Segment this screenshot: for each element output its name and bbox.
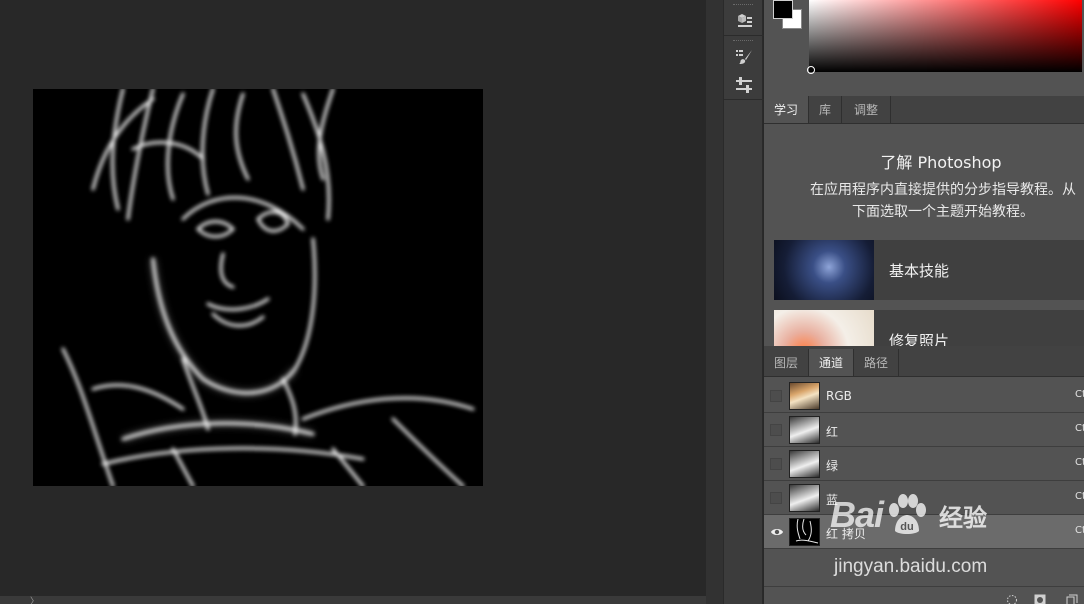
channels-panel-tabbar: 图层 通道 路径 — [764, 346, 1084, 377]
learn-description-line: 在应用程序内直接提供的分步指导教程。从 — [810, 182, 1076, 198]
tab-label: 图层 — [774, 356, 799, 370]
adjustments-button[interactable] — [724, 71, 764, 99]
channel-shortcut: Ct — [1075, 389, 1084, 400]
learn-panel-tabbar: 学习 库 调整 — [764, 96, 1084, 124]
channel-row-red[interactable]: 红 Ct — [764, 413, 1084, 447]
channel-name: 红 拷贝 — [826, 527, 866, 541]
mask-icon — [1034, 594, 1046, 604]
channel-row-red-copy[interactable]: 红 拷贝 Ct — [764, 515, 1084, 549]
color-picker-field[interactable] — [809, 0, 1082, 72]
channel-thumbnail — [789, 484, 820, 512]
dotted-circle-icon — [1007, 595, 1017, 604]
visibility-toggle[interactable] — [770, 524, 783, 536]
channel-shortcut: Ct — [1075, 525, 1084, 536]
new-item-icon — [1066, 594, 1078, 604]
channel-thumbnail — [789, 382, 820, 410]
scroll-arrow-icon[interactable]: 〉 — [30, 594, 39, 604]
foreground-color-swatch[interactable] — [773, 0, 793, 19]
channel-row-blue[interactable]: 蓝 Ct — [764, 481, 1084, 515]
canvas-horizontal-scrollbar[interactable]: 〉 — [0, 596, 706, 604]
learn-card-thumbnail — [774, 240, 874, 300]
tab-label: 库 — [819, 103, 832, 117]
channels-panel-footer — [764, 586, 1084, 604]
channel-name: 蓝 — [826, 493, 839, 507]
brush-settings-button[interactable] — [724, 43, 764, 71]
channel-thumbnail — [789, 518, 820, 546]
tab-learn[interactable]: 学习 — [764, 96, 810, 123]
edge-thumbnail-graphic — [795, 519, 819, 544]
channel-name: 红 — [826, 425, 839, 439]
channel-name: RGB — [826, 389, 852, 403]
cube-icon — [738, 14, 752, 27]
eye-icon — [771, 529, 783, 535]
tab-paths[interactable]: 路径 — [854, 349, 900, 376]
learn-card-fix-photo[interactable]: 修复照片 — [774, 310, 1084, 346]
brush-icon — [736, 50, 752, 64]
learn-description: 在应用程序内直接提供的分步指导教程。从 下面选取一个主题开始教程。 — [778, 179, 1084, 223]
canvas-image-edge-glow[interactable] — [33, 89, 483, 486]
panel-dock-divider[interactable] — [706, 0, 723, 604]
learn-card-basic-skills[interactable]: 基本技能 — [774, 240, 1084, 300]
learn-card-label: 基本技能 — [889, 261, 950, 280]
tab-layers[interactable]: 图层 — [764, 349, 810, 376]
learn-panel: 了解 Photoshop 在应用程序内直接提供的分步指导教程。从 下面选取一个主… — [764, 124, 1084, 346]
visibility-toggle[interactable] — [770, 458, 782, 470]
channel-name: 绿 — [826, 459, 839, 473]
color-panel — [764, 0, 1084, 96]
channels-panel: 图层 通道 路径 RGB Ct 红 Ct 绿 Ct 蓝 Ct 红 拷贝 Ct — [764, 346, 1084, 604]
tab-channels[interactable]: 通道 — [809, 349, 855, 376]
channel-thumbnail — [789, 416, 820, 444]
tab-adjustments[interactable]: 调整 — [842, 96, 892, 123]
channel-row-green[interactable]: 绿 Ct — [764, 447, 1084, 481]
right-panel-dock: 学习 库 调整 了解 Photoshop 在应用程序内直接提供的分步指导教程。从… — [764, 0, 1084, 604]
load-channel-selection-button[interactable] — [1006, 591, 1018, 604]
new-channel-button[interactable] — [1066, 591, 1078, 604]
learn-title: 了解 Photoshop — [880, 153, 1002, 172]
save-selection-as-channel-button[interactable] — [1034, 591, 1046, 604]
learn-card-thumbnail — [774, 310, 874, 346]
tab-label: 学习 — [774, 103, 799, 117]
color-picker-cursor[interactable] — [807, 66, 815, 74]
document-canvas-area[interactable] — [0, 0, 706, 596]
visibility-toggle[interactable] — [770, 492, 782, 504]
learn-description-line: 下面选取一个主题开始教程。 — [852, 204, 1034, 220]
sliders-icon — [736, 77, 752, 93]
channel-shortcut: Ct — [1075, 423, 1084, 434]
visibility-toggle[interactable] — [770, 390, 782, 402]
channel-shortcut: Ct — [1075, 457, 1084, 468]
glowing-edges-portrait — [33, 89, 483, 486]
channel-thumbnail — [789, 450, 820, 478]
channel-shortcut: Ct — [1075, 491, 1084, 502]
tab-label: 通道 — [819, 356, 844, 370]
tab-label: 调整 — [854, 103, 879, 117]
collapsed-panels-column — [723, 0, 764, 604]
visibility-toggle[interactable] — [770, 424, 782, 436]
tab-label: 路径 — [864, 356, 889, 370]
3d-panel-button[interactable] — [724, 7, 764, 35]
channel-list: RGB Ct 红 Ct 绿 Ct 蓝 Ct 红 拷贝 Ct — [764, 379, 1084, 549]
tab-libraries[interactable]: 库 — [809, 96, 843, 123]
channel-row-rgb[interactable]: RGB Ct — [764, 379, 1084, 413]
learn-card-label: 修复照片 — [889, 331, 950, 347]
